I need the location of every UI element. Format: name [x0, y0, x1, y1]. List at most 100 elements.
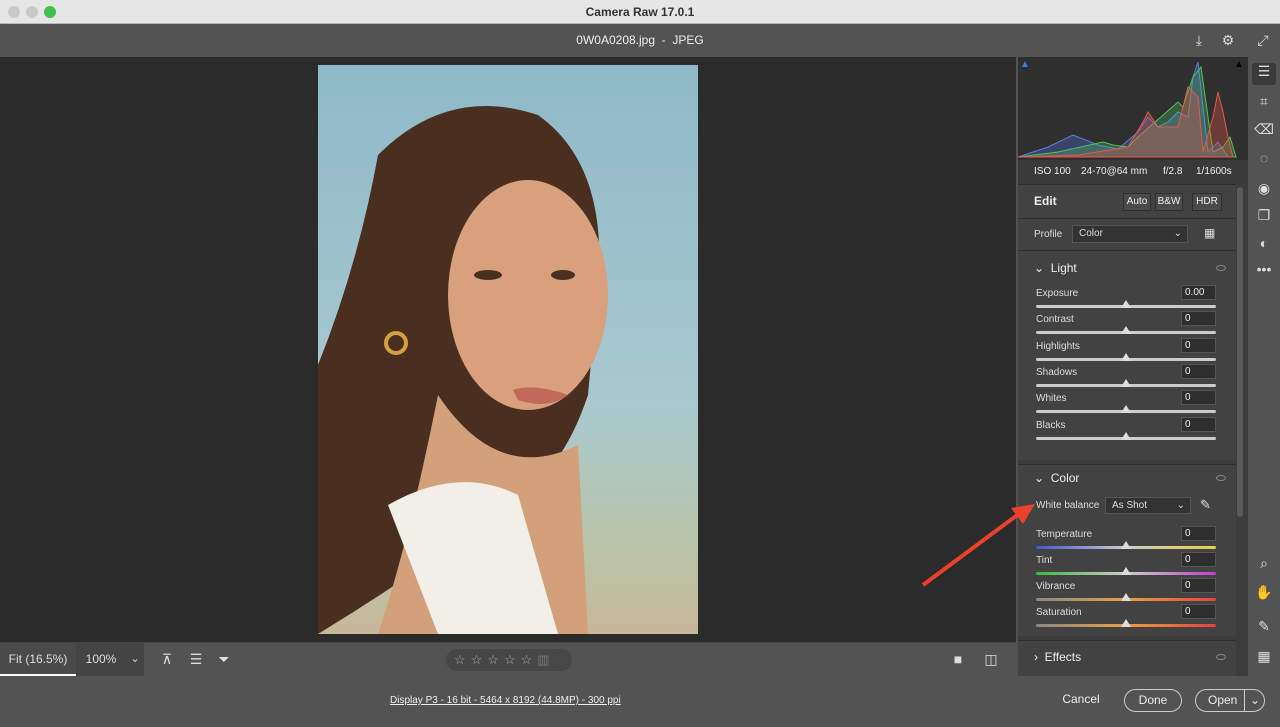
color-title: Color [1050, 471, 1080, 485]
slider-thumb[interactable] [1121, 378, 1131, 387]
zoom-tool-icon[interactable]: ⌕ [1252, 555, 1276, 572]
panel-scrollbar[interactable] [1237, 187, 1243, 517]
slider-value-input[interactable]: 0 [1181, 552, 1216, 567]
eye-icon[interactable] [1216, 475, 1226, 481]
edit-sliders-icon[interactable]: ☰ [1252, 63, 1276, 85]
slider-highlights[interactable]: Highlights 0 [1036, 337, 1216, 367]
image-info-link[interactable]: Display P3 - 16 bit - 5464 x 8192 (44.8M… [390, 695, 621, 706]
slider-label: Saturation [1036, 607, 1082, 618]
profile-browser-icon[interactable]: ▦ [1204, 226, 1215, 240]
slider-label: Contrast [1036, 314, 1074, 326]
slider-saturation[interactable]: Saturation 0 [1036, 604, 1216, 633]
presets-icon[interactable]: ◐ [1252, 235, 1276, 251]
star-icon[interactable]: ☆ [487, 652, 504, 667]
slider-whites[interactable]: Whites 0 [1036, 390, 1216, 419]
slider-value-input[interactable]: 0 [1181, 526, 1216, 541]
slider-thumb[interactable] [1121, 405, 1131, 414]
open-options-chevron-icon[interactable]: ⌄ [1244, 690, 1260, 711]
chevron-right-icon: › [1034, 650, 1038, 664]
window-title: Camera Raw 17.0.1 [585, 5, 695, 19]
slider-label: Shadows [1036, 366, 1078, 378]
eraser-icon[interactable]: ⌫ [1252, 121, 1276, 138]
slider-blacks[interactable]: Blacks 0 [1036, 416, 1216, 446]
lens-value: 24-70@64 mm [1081, 166, 1148, 177]
star-icon[interactable]: ☆ [521, 652, 538, 667]
slider-label: Vibrance [1036, 581, 1076, 592]
fullscreen-icon[interactable]: ⤢ [1251, 24, 1275, 57]
slider-value-input[interactable]: 0 [1181, 337, 1216, 353]
bw-button[interactable]: B&W [1155, 193, 1183, 211]
open-button[interactable]: Open ⌄ [1195, 689, 1265, 712]
cancel-button[interactable]: Cancel [1054, 689, 1108, 712]
done-button[interactable]: Done [1124, 689, 1182, 712]
before-after-icon[interactable]: ◫ [979, 651, 1003, 668]
slider-thumb[interactable] [1121, 352, 1131, 361]
filmstrip-icon[interactable]: ⊼ [155, 651, 179, 668]
slider-exposure[interactable]: Exposure 0.00 [1036, 285, 1216, 314]
iso-value: ISO 100 [1034, 166, 1071, 177]
grid-icon[interactable]: ▦ [1252, 648, 1276, 665]
snapshots-icon[interactable]: ❐ [1252, 207, 1276, 224]
slider-thumb[interactable] [1121, 541, 1131, 549]
slider-value-input[interactable]: 0 [1181, 311, 1216, 327]
slider-shadows[interactable]: Shadows 0 [1036, 363, 1216, 393]
effects-section[interactable]: › Effects [1018, 640, 1236, 676]
zoom-window-button[interactable] [44, 6, 56, 18]
close-window-button[interactable] [8, 6, 20, 18]
eyedropper-icon[interactable]: ✎ [1200, 497, 1211, 513]
star-rating[interactable]: ☆☆☆☆☆▥ [446, 649, 572, 671]
edit-title: Edit [1034, 194, 1057, 208]
fit-zoom-button[interactable]: Fit (16.5%) [0, 643, 76, 676]
hand-tool-icon[interactable]: ✋ [1252, 584, 1276, 601]
slider-thumb[interactable] [1121, 431, 1131, 440]
slider-value-input[interactable]: 0 [1181, 578, 1216, 593]
profile-dropdown[interactable]: Color ⌄ [1072, 225, 1188, 243]
slider-thumb[interactable] [1121, 567, 1131, 575]
star-icon[interactable]: ☆ [504, 652, 521, 667]
crop-icon[interactable]: ⌗ [1252, 93, 1276, 110]
more-icon[interactable]: ••• [1252, 261, 1276, 277]
trash-icon[interactable]: ▥ [537, 652, 554, 667]
sort-icon[interactable]: ☰ [184, 651, 208, 668]
slider-value-input[interactable]: 0 [1181, 390, 1216, 406]
slider-value-input[interactable]: 0 [1181, 604, 1216, 619]
chevron-down-icon: ⌄ [1173, 228, 1182, 239]
star-icon[interactable]: ☆ [454, 652, 471, 667]
slider-label: Highlights [1036, 340, 1080, 352]
eye-icon[interactable] [1216, 654, 1226, 660]
effects-title: Effects [1044, 650, 1082, 664]
slider-label: Temperature [1036, 529, 1093, 540]
eye-icon[interactable] [1216, 265, 1226, 271]
filter-icon[interactable]: ⏷ [212, 651, 236, 668]
gear-icon[interactable]: ⚙ [1216, 24, 1240, 57]
zoom-100-button[interactable]: 100% [76, 643, 126, 676]
effects-header[interactable]: › Effects [1034, 650, 1081, 664]
auto-button[interactable]: Auto [1123, 193, 1151, 211]
slider-value-input[interactable]: 0 [1181, 416, 1216, 432]
light-header[interactable]: ⌄ Light [1034, 261, 1077, 275]
sampler-icon[interactable]: ✎ [1252, 618, 1276, 635]
slider-value-input[interactable]: 0 [1181, 363, 1216, 379]
shadow-clipping-icon[interactable]: ▲ [1020, 59, 1030, 70]
zoom-dropdown-chevron-icon[interactable]: ⌄ [126, 643, 144, 676]
red-eye-icon[interactable]: ◉ [1252, 180, 1276, 197]
white-balance-dropdown[interactable]: As Shot ⌄ [1105, 497, 1191, 514]
histogram-graph [1017, 61, 1237, 158]
slider-thumb[interactable] [1121, 300, 1131, 308]
single-view-icon[interactable]: ■ [946, 651, 970, 667]
minimize-window-button[interactable] [26, 6, 38, 18]
slider-thumb[interactable] [1121, 619, 1131, 627]
hdr-button[interactable]: HDR [1192, 193, 1222, 211]
title-bar: Camera Raw 17.0.1 [0, 0, 1280, 24]
slider-thumb[interactable] [1121, 593, 1131, 601]
color-header[interactable]: ⌄ Color [1034, 471, 1079, 485]
star-icon[interactable]: ☆ [471, 652, 488, 667]
highlight-clipping-icon[interactable]: ▲ [1234, 59, 1244, 70]
edit-panel: ▲ ▲ ISO 100 24-70@64 mm f/2.8 1/1600s Ed… [1017, 57, 1248, 676]
save-icon[interactable]: ⤓ [1187, 24, 1211, 57]
slider-value-input[interactable]: 0.00 [1181, 285, 1216, 300]
mask-icon[interactable]: ◌ [1252, 150, 1276, 166]
slider-thumb[interactable] [1121, 326, 1131, 335]
slider-contrast[interactable]: Contrast 0 [1036, 311, 1216, 340]
tool-strip: ☰ ⌗ ⌫ ◌ ◉ ❐ ◐ ••• ⌕ ✋ ✎ ▦ [1248, 57, 1280, 676]
